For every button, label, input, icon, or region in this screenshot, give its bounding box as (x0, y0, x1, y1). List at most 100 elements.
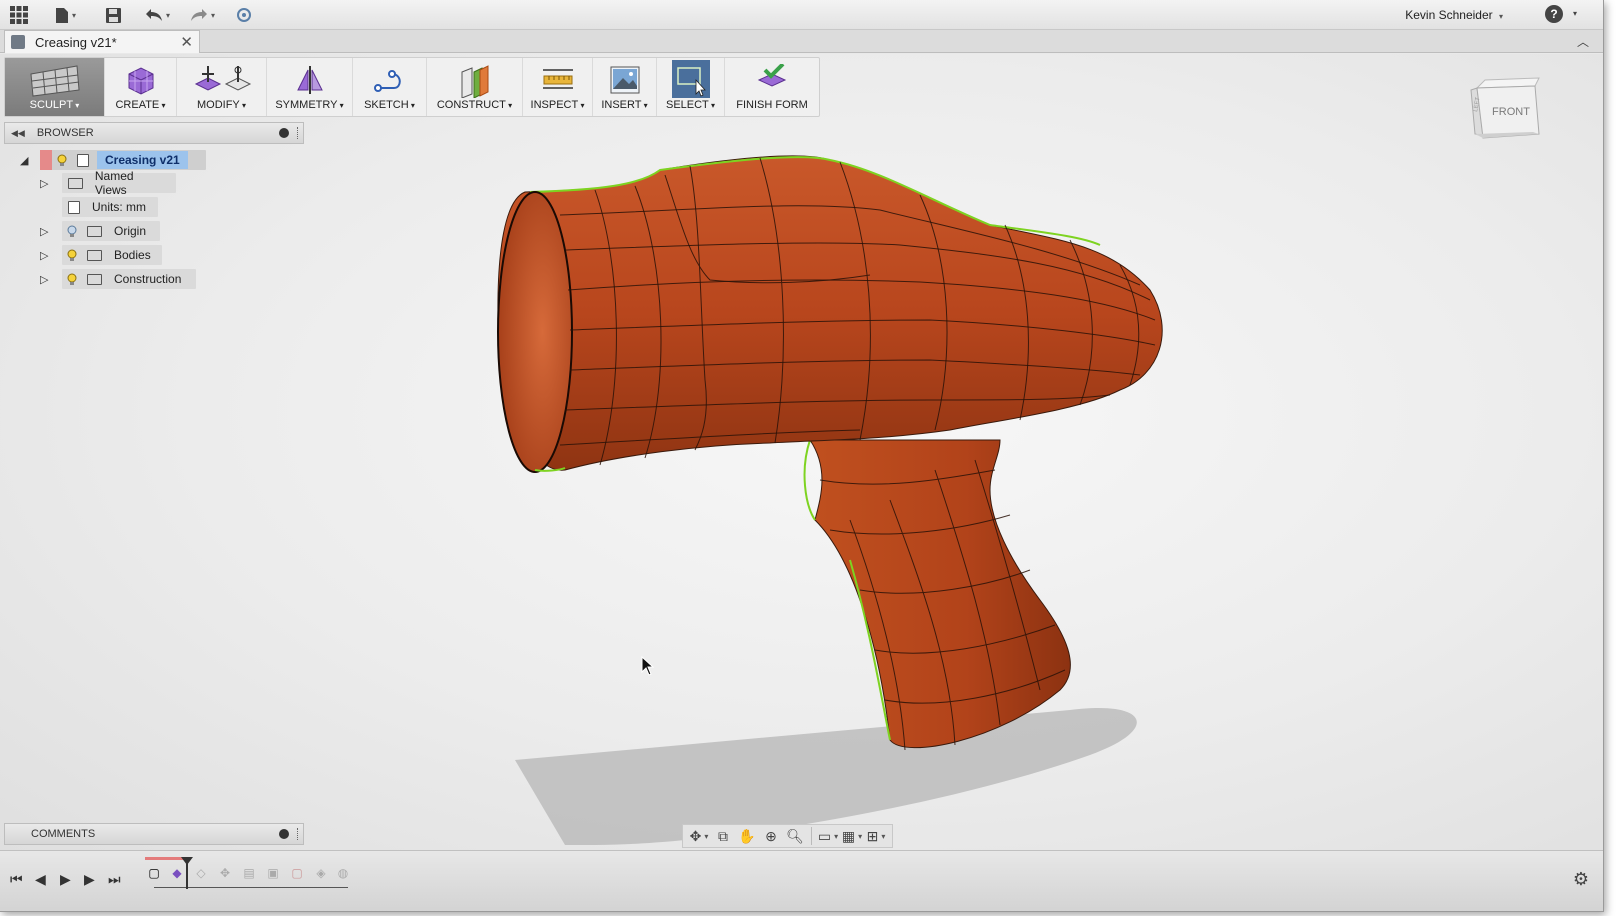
toolbar-label-insert: INSERT (601, 99, 647, 111)
toolbar-label-inspect: INSPECT (531, 99, 585, 111)
collapsed-triangle-icon[interactable]: ▷ (40, 225, 48, 238)
timeline-settings-gear-icon[interactable]: ⚙ (1573, 869, 1589, 890)
visibility-bulb-icon[interactable] (57, 154, 67, 167)
help-icon[interactable]: ? (1545, 5, 1563, 23)
symmetry-icon (296, 66, 323, 94)
navigation-bar: ✥ ▾ ⧉ ✋ ⊕ 🔍︎ ▭ ▾ ▦ ▾ ⊞ ▾ (682, 824, 893, 848)
fusion-window: ▾ ▾ ▾ Kevin Schneider ▾ ? ▾ Creasing v21… (0, 0, 1604, 912)
toolbar-insert[interactable]: INSERT (593, 58, 657, 116)
close-tab-icon[interactable]: ✕ (180, 33, 193, 51)
finish-form-icon (757, 64, 787, 87)
browser-title: BROWSER (36, 127, 94, 139)
visibility-bulb-icon[interactable] (67, 249, 77, 262)
comments-panel-header[interactable]: COMMENTS (4, 823, 304, 845)
step-forward-icon[interactable]: ▶ (84, 871, 95, 888)
document-tab[interactable]: Creasing v21* ✕ (4, 30, 200, 53)
select-cursor-icon (671, 60, 710, 98)
toolbar-modify[interactable]: MODIFY (177, 58, 267, 116)
folder-icon (87, 273, 102, 285)
units-document-icon (68, 200, 80, 214)
timeline-feature-finish-icon[interactable]: ◍ (334, 864, 352, 882)
toolbar-inspect[interactable]: INSPECT (523, 58, 593, 116)
3d-canvas[interactable] (0, 54, 1603, 850)
collapsed-triangle-icon[interactable]: ▷ (40, 249, 48, 262)
sculpt-grid-icon (29, 65, 80, 97)
go-to-start-icon[interactable]: ⏮ (10, 871, 23, 888)
add-comment-icon[interactable] (279, 829, 289, 839)
comments-title: COMMENTS (31, 828, 96, 840)
component-icon (77, 153, 89, 167)
look-at-icon[interactable]: ⧉ (711, 826, 735, 846)
browser-item-label: Construction (114, 272, 182, 286)
mouse-cursor-icon (641, 656, 655, 676)
toolbar-sketch[interactable]: SKETCH (353, 58, 427, 116)
toolbar-label-construct: CONSTRUCT (437, 99, 512, 111)
play-icon[interactable]: ▶ (60, 871, 71, 888)
redo-icon[interactable]: ▾ (190, 4, 215, 26)
toolbar-finish-form[interactable]: FINISH FORM (725, 58, 819, 116)
viewports-icon[interactable]: ⊞ ▾ (864, 826, 888, 846)
construct-plane-icon (461, 65, 488, 98)
timeline-feature-form2-icon[interactable]: ◈ (312, 864, 330, 882)
timeline-feature-delete-icon[interactable]: ▢ (288, 864, 306, 882)
file-menu-icon[interactable]: ▾ (55, 4, 76, 26)
undo-icon[interactable]: ▾ (145, 4, 170, 26)
browser-item-label: Bodies (114, 248, 151, 262)
browser-item-label: Origin (114, 224, 147, 238)
go-to-end-icon[interactable]: ⏭ (108, 871, 121, 888)
step-back-icon[interactable]: ◀ (35, 871, 46, 888)
timeline-bar: ⏮ ◀ ▶ ▶ ⏭ ▢ ◆ ◇ ✥ ▤ ▣ ▢ ◈ ◍ ⚙ (0, 850, 1603, 911)
panel-grip-icon[interactable] (297, 828, 299, 840)
timeline-feature-image-icon[interactable]: ▣ (264, 864, 282, 882)
pan-hand-icon[interactable]: ✋ (735, 826, 759, 846)
toolbar-select[interactable]: SELECT (657, 58, 725, 116)
timeline-marker[interactable] (181, 857, 193, 889)
view-cube[interactable]: FRONT LEFT (1469, 74, 1541, 146)
orbit-icon[interactable]: ✥ ▾ (687, 826, 711, 846)
ruler-icon (542, 69, 573, 89)
user-name: Kevin Schneider (1405, 8, 1493, 22)
browser-minimize-icon[interactable] (279, 128, 289, 138)
folder-icon (68, 177, 83, 189)
app-grid-icon[interactable] (10, 4, 28, 26)
document-tab-title: Creasing v21* (35, 34, 117, 50)
toolbar-label-sculpt: SCULPT (30, 99, 80, 111)
zoom-window-icon[interactable]: ⊕ (759, 826, 783, 846)
timeline-feature-move-icon[interactable]: ✥ (216, 864, 234, 882)
browser-root-label: Creasing v21 (97, 151, 188, 169)
toolbar-construct[interactable]: CONSTRUCT (427, 58, 523, 116)
expanded-triangle-icon[interactable]: ◢ (20, 154, 28, 167)
chevron-up-icon[interactable]: ︿ (1577, 33, 1589, 50)
panel-grip-icon[interactable] (297, 127, 299, 139)
browser-item-label: Named Views (94, 169, 134, 197)
separator (811, 827, 812, 845)
sculpt-model-hair-dryer[interactable] (0, 54, 1604, 850)
visibility-bulb-off-icon[interactable] (67, 225, 77, 238)
data-panel-icon[interactable] (236, 4, 252, 26)
application-bar: ▾ ▾ ▾ Kevin Schneider ▾ ? ▾ (0, 0, 1603, 30)
help-caret-icon[interactable]: ▾ (1573, 9, 1577, 18)
zoom-icon[interactable]: 🔍︎ (783, 826, 807, 846)
grid-settings-icon[interactable]: ▦ ▾ (840, 826, 864, 846)
toolbar-symmetry[interactable]: SYMMETRY (267, 58, 353, 116)
user-account-menu[interactable]: Kevin Schneider ▾ (1405, 8, 1503, 22)
toolbar-label-select: SELECT (666, 99, 715, 111)
sketch-icon (373, 70, 401, 92)
timeline-feature-icon[interactable]: ◇ (192, 864, 210, 882)
timeline-feature-box-icon[interactable]: ▢ (145, 864, 163, 882)
collapsed-triangle-icon[interactable]: ▷ (40, 177, 48, 190)
toolbar-create[interactable]: CREATE (105, 58, 177, 116)
timeline-feature-form-icon[interactable]: ◆ (168, 864, 186, 882)
save-icon[interactable] (105, 4, 122, 26)
toolbar-label-sketch: SKETCH (364, 99, 415, 111)
workspace-switcher-sculpt[interactable]: SCULPT (5, 58, 105, 116)
collapse-left-icon[interactable]: ◀◀ (11, 128, 25, 139)
timeline-feature-sketch-icon[interactable]: ▤ (240, 864, 258, 882)
visibility-bulb-icon[interactable] (67, 273, 77, 286)
collapsed-triangle-icon[interactable]: ▷ (40, 273, 48, 286)
toolbar-label-symmetry: SYMMETRY (275, 99, 343, 111)
display-settings-icon[interactable]: ▭ ▾ (816, 826, 840, 846)
timeline-active-range (145, 857, 185, 860)
browser-panel-header[interactable]: ◀◀ BROWSER (4, 122, 304, 144)
viewcube-front-label[interactable]: FRONT (1492, 106, 1530, 118)
